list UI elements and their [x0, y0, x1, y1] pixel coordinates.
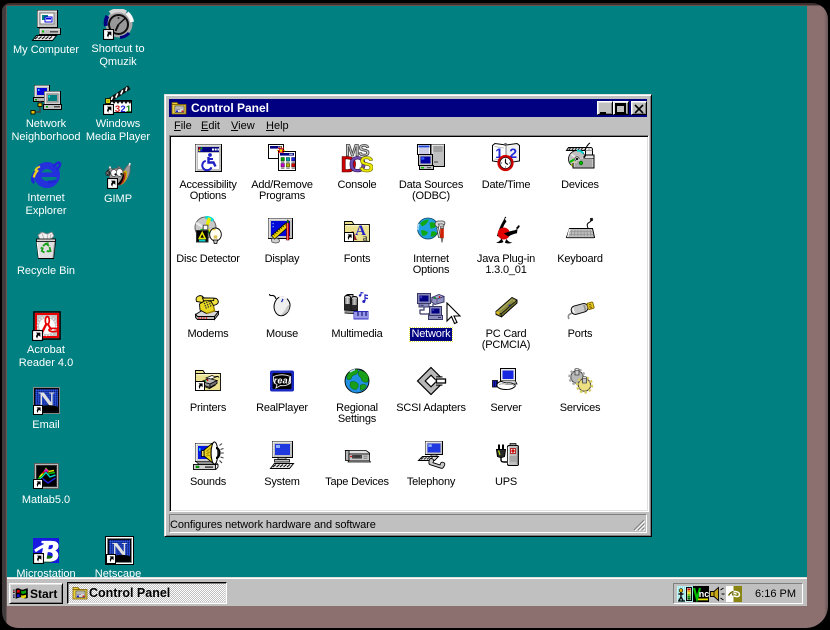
svg-text:real: real	[274, 376, 291, 386]
svg-text:1: 1	[126, 104, 132, 115]
svg-text:3: 3	[115, 104, 120, 115]
svg-text:S: S	[359, 152, 373, 174]
svg-text:a: a	[363, 233, 368, 244]
svg-text:2: 2	[120, 104, 125, 115]
svg-text:nc: nc	[699, 589, 709, 599]
